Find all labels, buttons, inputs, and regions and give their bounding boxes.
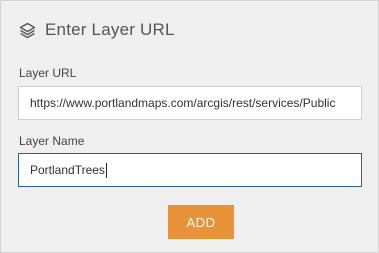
enter-layer-url-panel: Enter Layer URL Layer URL https://www.po… — [0, 0, 379, 253]
layer-name-value: PortlandTrees — [30, 163, 105, 177]
text-caret — [105, 162, 107, 178]
add-button[interactable]: ADD — [168, 205, 234, 239]
layer-url-label: Layer URL — [19, 66, 77, 80]
layer-url-value: https://www.portlandmaps.com/arcgis/rest… — [30, 96, 336, 110]
layer-url-input[interactable]: https://www.portlandmaps.com/arcgis/rest… — [18, 86, 362, 120]
panel-title: Enter Layer URL — [45, 20, 175, 39]
layer-name-label: Layer Name — [19, 134, 85, 148]
panel-header: Enter Layer URL — [19, 18, 175, 42]
layer-name-input[interactable]: PortlandTrees — [18, 153, 362, 187]
layers-icon — [19, 22, 36, 39]
